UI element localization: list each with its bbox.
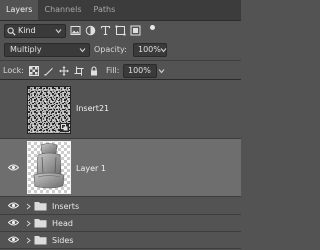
layer-row-layer-1[interactable]: Layer 1: [0, 139, 241, 197]
blend-mode-value: Multiply: [10, 45, 42, 54]
kind-filter-select[interactable]: Kind: [4, 24, 66, 38]
expand-arrow-icon[interactable]: [26, 237, 31, 244]
tab-channels[interactable]: Channels: [38, 0, 87, 20]
layer-name-layer-1[interactable]: Layer 1: [76, 164, 106, 173]
fill-value: 100%: [128, 66, 151, 75]
layer-row-insert21[interactable]: Insert21: [0, 81, 241, 139]
group-name-head[interactable]: Head: [52, 219, 73, 228]
visibility-toggle-empty[interactable]: [0, 81, 26, 138]
layer-thumbnail-layer-1: [27, 141, 71, 194]
folder-icon: [34, 219, 47, 228]
group-name-sides[interactable]: Sides: [52, 236, 73, 245]
group-row-inserts[interactable]: Inserts: [0, 198, 241, 215]
tab-paths[interactable]: Paths: [88, 0, 122, 20]
layer-name-insert21[interactable]: Insert21: [76, 104, 109, 113]
folder-icon: [34, 202, 47, 211]
expand-arrow-icon[interactable]: [26, 220, 31, 227]
filter-icons: [70, 25, 141, 36]
visibility-toggle-layer-1[interactable]: [0, 139, 26, 196]
lock-position-icon[interactable]: [59, 66, 69, 76]
adjustment-filter-icon[interactable]: [85, 25, 96, 36]
smart-object-filter-icon[interactable]: [130, 25, 141, 36]
lock-transparent-icon[interactable]: [29, 66, 39, 76]
group-row-head[interactable]: Head: [0, 215, 241, 232]
opacity-slider-chevron-icon[interactable]: [160, 47, 167, 53]
chevron-down-icon: [79, 48, 86, 53]
lock-label: Lock:: [3, 66, 24, 75]
lock-row: Lock: Fill: 100%: [0, 60, 241, 80]
fill-label: Fill:: [106, 66, 120, 75]
filter-row: Kind: [0, 21, 241, 41]
image-filter-icon[interactable]: [70, 25, 81, 36]
lock-all-icon[interactable]: [89, 66, 99, 76]
blend-row: Multiply Opacity: 100%: [0, 41, 241, 60]
chevron-down-icon: [55, 29, 62, 34]
eye-icon: [8, 164, 19, 171]
group-row-sides[interactable]: Sides: [0, 232, 241, 249]
panel-tabs: Layers Channels Paths: [0, 0, 241, 20]
expand-arrow-icon[interactable]: [26, 203, 31, 210]
opacity-label: Opacity:: [94, 45, 127, 54]
type-filter-icon[interactable]: [100, 25, 111, 36]
smart-object-badge-icon: [60, 123, 69, 132]
car-seat-thumbnail-icon: [28, 142, 70, 193]
layers-list: Insert21 Layer 1 Inserts Head Sides: [0, 81, 241, 250]
fill-input[interactable]: 100%: [123, 64, 157, 78]
search-icon: [7, 27, 16, 36]
layer-thumbnail-insert21: [27, 86, 71, 134]
lock-artboard-icon[interactable]: [74, 66, 84, 76]
eye-icon[interactable]: [8, 219, 19, 226]
lock-icons: [29, 66, 99, 76]
eye-icon[interactable]: [8, 202, 19, 209]
lock-image-icon[interactable]: [44, 66, 54, 76]
filter-toggle[interactable]: [150, 25, 155, 30]
tab-layers[interactable]: Layers: [0, 0, 39, 20]
group-name-inserts[interactable]: Inserts: [52, 202, 79, 211]
fill-slider-chevron-icon[interactable]: [158, 68, 165, 74]
shape-filter-icon[interactable]: [115, 25, 126, 36]
opacity-value: 100%: [138, 45, 161, 54]
folder-icon: [34, 236, 47, 245]
eye-icon[interactable]: [8, 236, 19, 243]
blend-mode-select[interactable]: Multiply: [4, 43, 90, 57]
kind-filter-label: Kind: [18, 26, 36, 35]
